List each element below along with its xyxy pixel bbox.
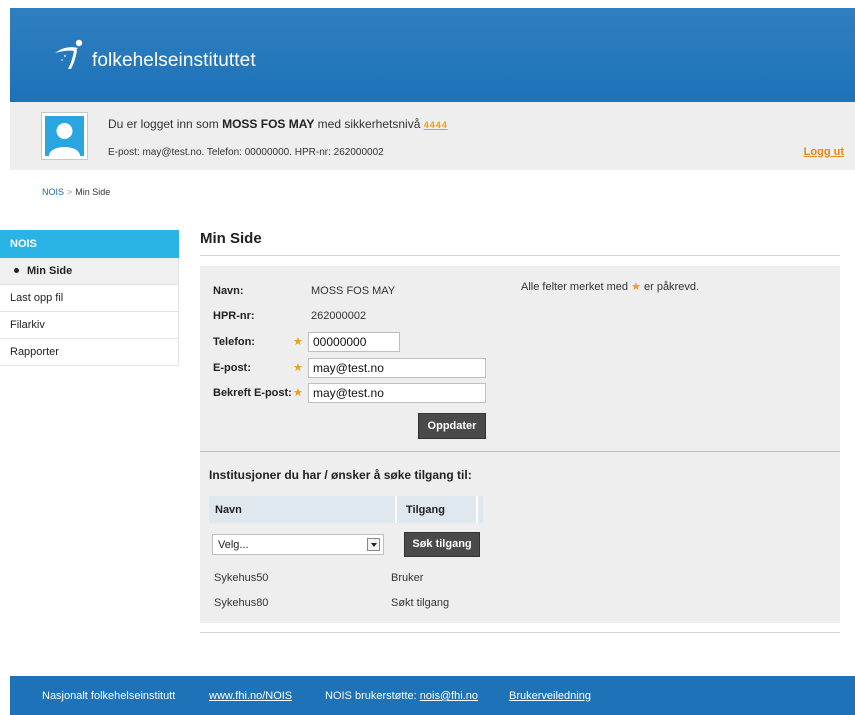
email-label: E-post: xyxy=(213,362,251,374)
name-label: Navn: xyxy=(213,285,244,297)
column-divider xyxy=(395,496,397,523)
hpr-value: 262000002 xyxy=(311,310,367,322)
avatar xyxy=(41,112,88,160)
breadcrumb-root[interactable]: NOIS xyxy=(42,187,64,197)
logout-link[interactable]: Logg ut xyxy=(804,146,844,158)
institution-access: Søkt tilgang xyxy=(391,597,450,609)
brand-name[interactable]: folkehelseinstituttet xyxy=(92,50,256,72)
support-email-link[interactable]: nois@fhi.no xyxy=(420,690,478,702)
column-header-access: Tilgang xyxy=(406,504,445,516)
column-divider xyxy=(476,496,478,523)
divider xyxy=(200,451,840,452)
footer-org: Nasjonalt folkehelseinstitutt xyxy=(42,690,176,702)
site-header: folkehelseinstituttet xyxy=(10,8,855,102)
footer-support: NOIS brukerstøtte: nois@fhi.no xyxy=(325,690,478,702)
fhi-logo-icon xyxy=(55,39,83,69)
hpr-label: HPR-nr: xyxy=(213,310,255,322)
page-title: Min Side xyxy=(200,230,262,247)
required-note-suffix: er påkrevd. xyxy=(643,281,700,293)
login-status: Du er logget inn som MOSS FOS MAY med si… xyxy=(108,117,448,131)
contact-details: E-post: may@test.no. Telefon: 00000000. … xyxy=(108,147,384,158)
bullet-icon xyxy=(14,267,19,273)
sidebar-item-label: Rapporter xyxy=(10,346,59,358)
login-prefix: Du er logget inn som xyxy=(108,117,219,131)
column-header-name: Navn xyxy=(215,504,242,516)
institutions-table-header: Navn Tilgang xyxy=(209,496,483,523)
footer-nois-link[interactable]: www.fhi.no/NOIS xyxy=(209,690,292,702)
update-button[interactable]: Oppdater xyxy=(418,413,486,439)
required-star-icon: ★ xyxy=(631,281,641,293)
institution-select[interactable]: Velg... xyxy=(212,534,384,555)
email-field[interactable] xyxy=(308,358,486,378)
required-note-prefix: Alle felter merket med xyxy=(521,281,628,293)
phone-field[interactable] xyxy=(308,332,400,352)
user-info-bar: Du er logget inn som MOSS FOS MAY med si… xyxy=(10,102,855,170)
chevron-down-icon[interactable] xyxy=(367,538,380,551)
sidebar-item-label: Last opp fil xyxy=(10,292,64,304)
select-value: Velg... xyxy=(218,539,249,551)
institution-name: Sykehus50 xyxy=(214,572,269,584)
confirm-email-label: Bekreft E-post: xyxy=(213,387,292,399)
institution-name: Sykehus80 xyxy=(214,597,269,609)
sidebar-item-filarkiv[interactable]: Filarkiv xyxy=(0,312,179,339)
divider xyxy=(200,632,840,633)
sidebar-item-min-side[interactable]: Min Side xyxy=(0,258,179,285)
sidebar-item-label: Filarkiv xyxy=(10,319,45,331)
user-guide-link[interactable]: Brukerveiledning xyxy=(509,690,591,702)
sidebar-item-last-opp-fil[interactable]: Last opp fil xyxy=(0,285,179,312)
required-fields-note: Alle felter merket med ★ er påkrevd. xyxy=(521,280,699,293)
security-prefix: med sikkerhetsnivå xyxy=(317,117,421,131)
required-star-icon: ★ xyxy=(293,362,303,374)
institutions-title: Institusjoner du har / ønsker å søke til… xyxy=(209,468,472,482)
required-star-icon: ★ xyxy=(293,336,303,348)
sidebar: NOIS Min Side Last opp fil Filarkiv Rapp… xyxy=(0,230,179,366)
site-footer: Nasjonalt folkehelseinstitutt www.fhi.no… xyxy=(10,676,855,715)
institution-access: Bruker xyxy=(391,572,424,584)
breadcrumb-current: Min Side xyxy=(75,187,111,197)
support-prefix: NOIS brukerstøtte: xyxy=(325,690,417,702)
sidebar-item-rapporter[interactable]: Rapporter xyxy=(0,339,179,366)
confirm-email-field[interactable] xyxy=(308,383,486,403)
sidebar-item-label: Min Side xyxy=(27,265,73,277)
security-level[interactable]: 4444 xyxy=(424,120,448,130)
required-star-icon: ★ xyxy=(293,387,303,399)
user-avatar-icon xyxy=(45,116,84,156)
phone-label: Telefon: xyxy=(213,336,255,348)
breadcrumb: NOIS > Min Side xyxy=(42,187,110,197)
name-value: MOSS FOS MAY xyxy=(311,285,396,297)
user-name: MOSS FOS MAY xyxy=(222,117,315,131)
sidebar-header[interactable]: NOIS xyxy=(0,230,179,258)
profile-form-panel: Alle felter merket med ★ er påkrevd. Nav… xyxy=(200,266,840,623)
divider xyxy=(200,255,840,256)
request-access-button[interactable]: Søk tilgang xyxy=(404,532,480,557)
breadcrumb-separator: > xyxy=(67,187,73,197)
